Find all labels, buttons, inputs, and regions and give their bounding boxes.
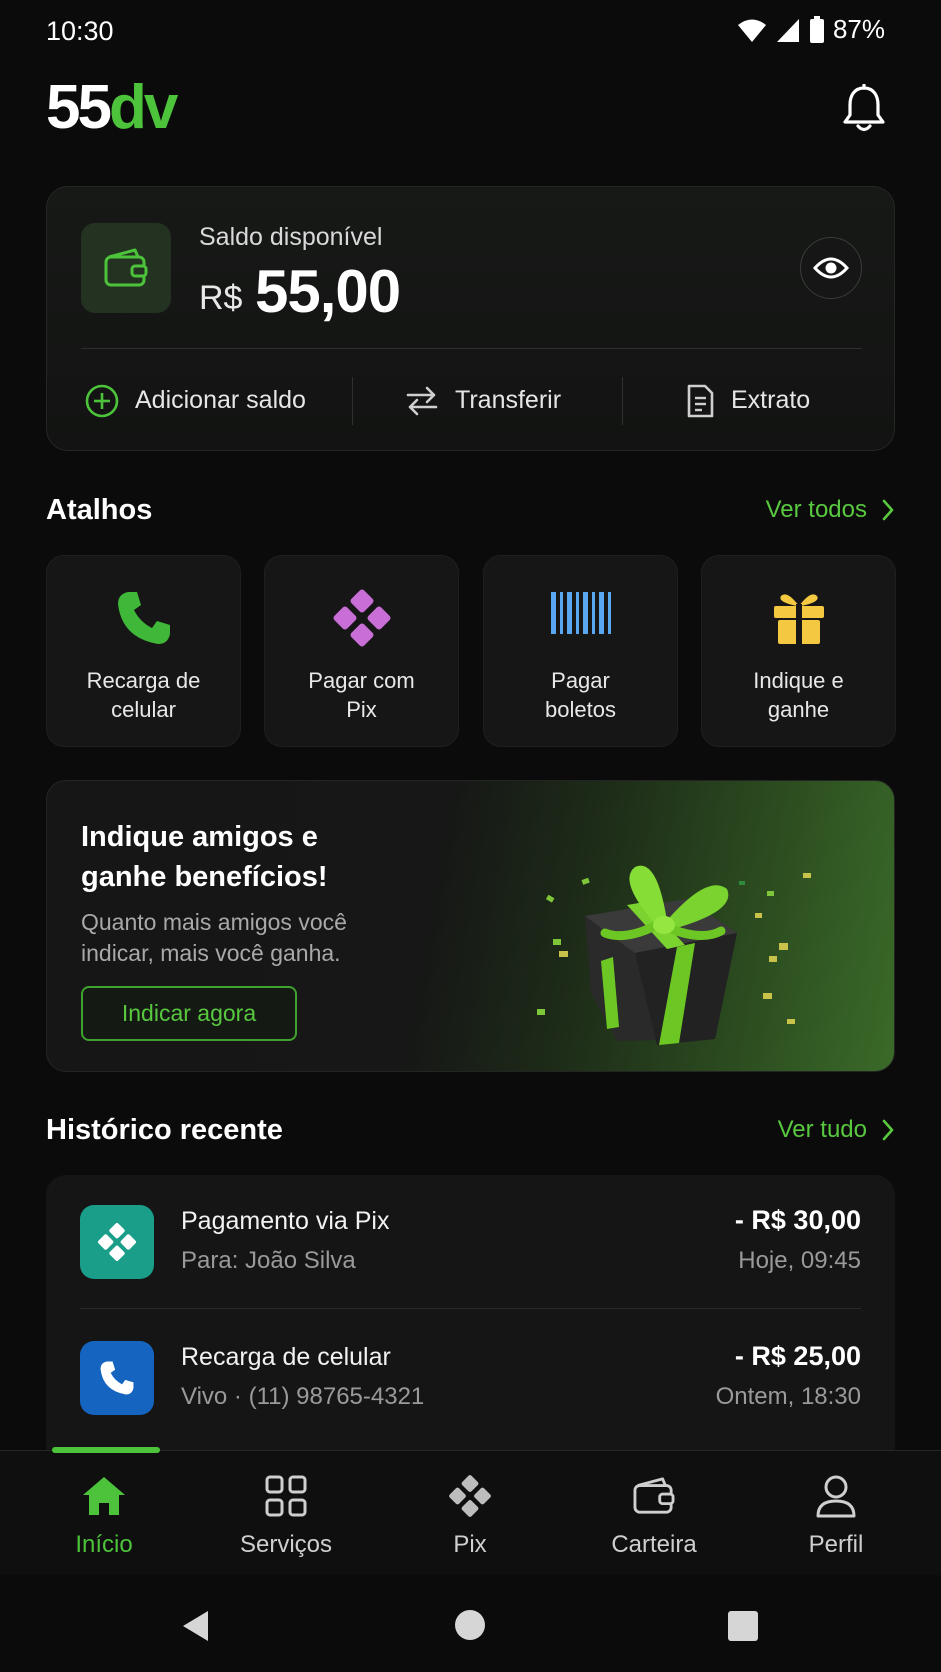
balance-currency: R$ (199, 279, 243, 317)
history-item-amount: - R$ 30,00 (734, 1205, 861, 1235)
bell-icon (843, 83, 885, 132)
status-bar: 10:30 87% (0, 0, 941, 64)
shortcuts-see-all-label: Ver todos (765, 496, 867, 523)
add-balance-button[interactable]: Adicionar saldo (85, 349, 306, 452)
receipt-icon (687, 384, 714, 417)
promo-title: Indique amigos e ganhe benefícios! (81, 821, 328, 893)
plus-circle-icon (85, 384, 119, 417)
history-item-icon-badge (80, 1341, 154, 1415)
eye-icon (813, 257, 849, 279)
history-item-amount: - R$ 25,00 (734, 1341, 861, 1371)
active-tab-indicator (52, 1447, 160, 1453)
shortcut-pay-bills[interactable]: Pagar boletos (483, 555, 678, 747)
phone-icon (117, 592, 170, 644)
signal-icon (776, 18, 799, 42)
notifications-button[interactable] (841, 83, 887, 134)
gift-icon (773, 594, 824, 644)
status-right: 87% (737, 14, 885, 45)
gift-illustration (537, 865, 811, 1045)
phone-icon (100, 1361, 134, 1395)
pix-icon (449, 1475, 491, 1517)
wallet-icon (104, 248, 148, 287)
nav-label: Perfil (808, 1531, 864, 1558)
grid-icon (265, 1475, 307, 1517)
shortcuts-see-all-link[interactable]: Ver todos (766, 496, 895, 524)
home-icon (83, 1477, 125, 1515)
back-icon[interactable] (180, 1609, 212, 1643)
chevron-right-icon (882, 1119, 894, 1141)
status-time: 10:30 (46, 16, 114, 46)
nav-label: Início (75, 1531, 133, 1558)
battery-percent: 87% (832, 14, 885, 44)
history-item[interactable]: Recarga de celular Vivo · (11) 98765-432… (46, 1311, 895, 1447)
history-item-time: Hoje, 09:45 (738, 1247, 861, 1274)
pix-icon (98, 1223, 136, 1261)
nav-label: Serviços (239, 1531, 333, 1558)
balance-actions: Adicionar saldo Transferir Extrato (47, 349, 896, 452)
promo-text: Quanto mais amigos você indicar, mais vo… (81, 909, 347, 966)
shortcuts-title: Atalhos (46, 494, 153, 526)
history-divider (80, 1308, 861, 1309)
statement-button[interactable]: Extrato (685, 349, 810, 452)
user-icon (816, 1475, 856, 1518)
system-navigation-bar (0, 1575, 941, 1672)
balance-label: Saldo disponível (199, 223, 383, 251)
nav-wallet[interactable]: Carteira (574, 1471, 734, 1559)
history-see-all-label: Ver tudo (777, 1116, 867, 1143)
bottom-navigation: Início Serviços Pix Carteira Perfil (0, 1447, 941, 1575)
history-list: Pagamento via Pix Para: João Silva - R$ … (46, 1175, 895, 1475)
shortcut-phone-recharge[interactable]: Recarga de celular (46, 555, 241, 747)
nav-profile[interactable]: Perfil (756, 1471, 916, 1559)
action-divider (352, 377, 353, 425)
shortcut-label: Indique e ganhe (753, 668, 844, 722)
shortcut-label: Pagar com Pix (308, 668, 415, 722)
toggle-balance-visibility-button[interactable] (800, 237, 862, 299)
nav-label: Carteira (611, 1531, 697, 1558)
statement-label: Extrato (731, 386, 811, 414)
transfer-label: Transferir (455, 386, 562, 414)
shortcut-label: Recarga de celular (86, 668, 201, 722)
shortcut-refer-earn[interactable]: Indique e ganhe (701, 555, 896, 747)
logo-accent: dv (108, 73, 178, 142)
history-item[interactable]: Pagamento via Pix Para: João Silva - R$ … (46, 1175, 895, 1311)
balance-value: 55,00 (255, 258, 401, 325)
transfer-arrows-icon (406, 386, 438, 415)
history-item-time: Ontem, 18:30 (715, 1383, 861, 1410)
wifi-icon (737, 19, 766, 42)
wallet-badge (81, 223, 171, 313)
nav-pix[interactable]: Pix (390, 1471, 550, 1559)
history-title: Histórico recente (46, 1114, 283, 1146)
history-item-subtitle: Vivo · (11) 98765-4321 (181, 1383, 425, 1410)
pix-icon (333, 589, 390, 647)
action-divider (622, 377, 623, 425)
add-balance-label: Adicionar saldo (135, 386, 306, 414)
app-logo: 55dv (46, 73, 178, 142)
wallet-icon (633, 1477, 675, 1514)
referral-promo-banner: Indique amigos e ganhe benefícios! Quant… (46, 780, 895, 1072)
shortcut-pay-pix[interactable]: Pagar com Pix (264, 555, 459, 747)
battery-icon (809, 15, 824, 43)
refer-now-button[interactable]: Indicar agora (81, 986, 297, 1041)
barcode-icon (550, 592, 611, 634)
transfer-button[interactable]: Transferir (405, 349, 561, 452)
balance-card: Saldo disponível R$ 55,00 Adicionar sald… (46, 186, 895, 451)
logo-main: 55 (46, 73, 112, 142)
nav-services[interactable]: Serviços (206, 1471, 366, 1559)
chevron-right-icon (882, 499, 894, 521)
history-item-subtitle: Para: João Silva (181, 1247, 356, 1274)
nav-home[interactable]: Início (24, 1471, 184, 1559)
shortcut-label: Pagar boletos (545, 668, 616, 722)
history-item-title: Recarga de celular (181, 1343, 391, 1371)
nav-label: Pix (453, 1531, 487, 1558)
history-item-icon-badge (80, 1205, 154, 1279)
history-item-title: Pagamento via Pix (181, 1207, 390, 1235)
history-see-all-link[interactable]: Ver tudo (778, 1116, 895, 1144)
home-circle-icon[interactable] (454, 1609, 486, 1641)
recents-square-icon[interactable] (727, 1610, 759, 1642)
